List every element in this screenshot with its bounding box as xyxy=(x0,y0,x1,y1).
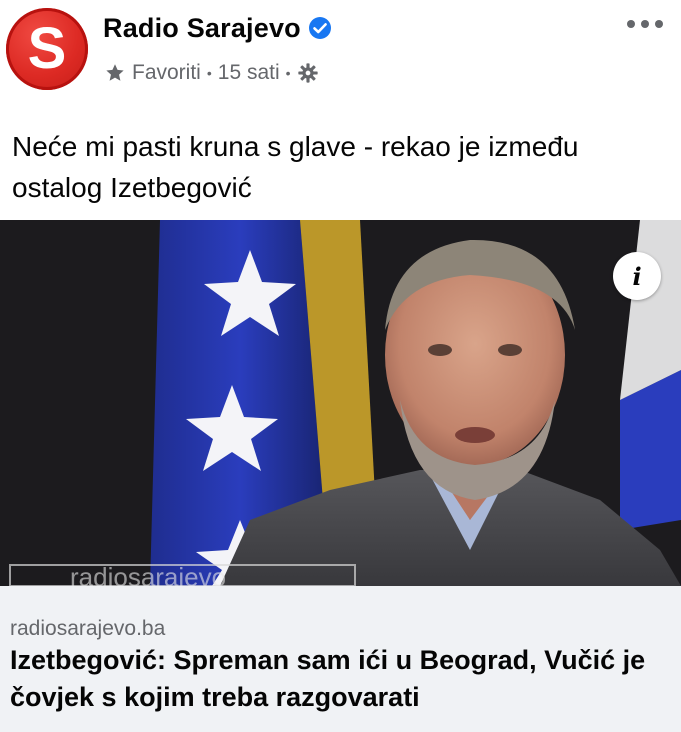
post-header: S Radio Sarajevo Favoriti • 15 sati • xyxy=(0,0,681,100)
link-domain[interactable]: radiosarajevo.ba xyxy=(10,617,165,641)
verified-badge-icon xyxy=(308,17,331,39)
gear-icon xyxy=(297,63,318,83)
post-meta: Favoriti • 15 sati • xyxy=(104,58,319,88)
page-name-row: Radio Sarajevo xyxy=(103,8,332,48)
more-options-icon[interactable] xyxy=(627,14,663,34)
link-title[interactable]: Izetbegović: Spreman sam ići u Beograd, … xyxy=(10,642,670,716)
page-name[interactable]: Radio Sarajevo xyxy=(103,13,301,44)
post-time[interactable]: 15 sati xyxy=(218,61,280,85)
info-button[interactable]: i xyxy=(613,252,661,300)
svg-text:S: S xyxy=(28,16,67,81)
meta-separator: • xyxy=(285,65,291,81)
image-watermark: radiosarajevo xyxy=(70,562,226,586)
radio-sarajevo-logo-icon: S xyxy=(28,16,67,81)
photo-illustration: radiosarajevo xyxy=(0,220,681,586)
avatar-logo: S xyxy=(6,8,88,90)
page-avatar[interactable]: S xyxy=(6,8,88,90)
post-caption: Neće mi pasti kruna s glave - rekao je i… xyxy=(12,131,579,203)
star-icon xyxy=(106,64,124,81)
post-image[interactable]: radiosarajevo xyxy=(0,220,681,586)
meta-separator: • xyxy=(206,65,212,81)
favorites-label[interactable]: Favoriti xyxy=(132,61,201,85)
